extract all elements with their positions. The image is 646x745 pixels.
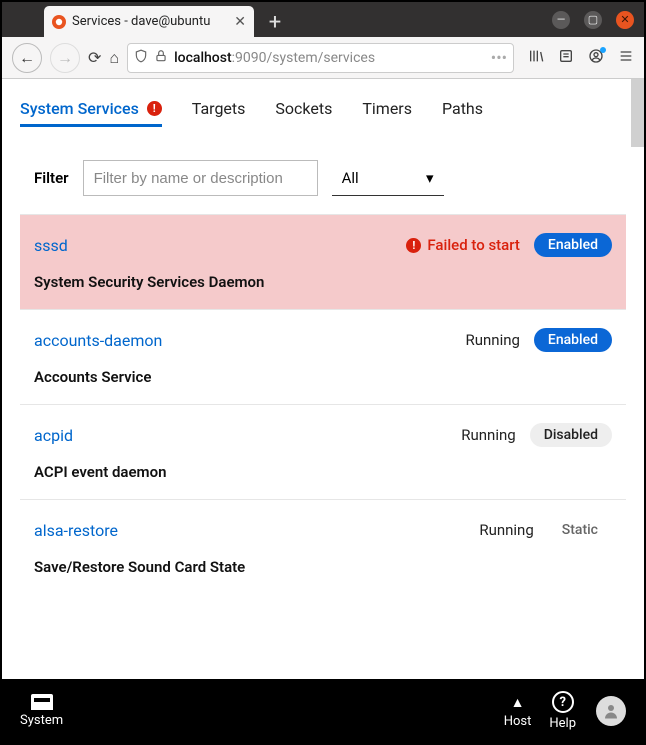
service-description: Accounts Service bbox=[34, 368, 612, 386]
help-icon: ? bbox=[552, 691, 574, 713]
dock-help-label: Help bbox=[549, 716, 576, 731]
dock-host[interactable]: ▲ Host bbox=[504, 694, 532, 729]
service-name-link[interactable]: alsa-restore bbox=[34, 521, 465, 540]
window-controls: ― ▢ ✕ bbox=[552, 2, 644, 37]
service-row[interactable]: sssd !Failed to start Enabled System Securi… bbox=[20, 214, 626, 309]
window-maximize-button[interactable]: ▢ bbox=[584, 11, 602, 29]
filter-input[interactable] bbox=[83, 160, 318, 196]
page-content: System Services ! Targets Sockets Timers… bbox=[2, 79, 644, 679]
shield-icon bbox=[134, 48, 148, 67]
menu-icon[interactable] bbox=[618, 48, 634, 68]
service-row[interactable]: acpid Running Disabled ACPI event daemon bbox=[20, 404, 626, 499]
new-tab-button[interactable]: + bbox=[260, 7, 290, 37]
lock-icon bbox=[154, 48, 168, 67]
reader-icon[interactable] bbox=[558, 48, 574, 68]
library-icon[interactable] bbox=[528, 48, 544, 68]
service-state-pill: Enabled bbox=[534, 233, 612, 257]
alert-icon: ! bbox=[147, 101, 162, 116]
services-tabs: System Services ! Targets Sockets Timers… bbox=[2, 79, 644, 126]
service-status: Running bbox=[465, 331, 519, 349]
tab-targets[interactable]: Targets bbox=[192, 99, 246, 118]
service-name-link[interactable]: accounts-daemon bbox=[34, 331, 451, 350]
filter-row: Filter All ▾ bbox=[20, 160, 626, 214]
window-titlebar: Services - dave@ubuntu ✕ + ― ▢ ✕ bbox=[2, 2, 644, 37]
browser-toolbar: ← → ⟳ ⌂ localhost:9090/system/services •… bbox=[2, 37, 644, 79]
service-description: Save/Restore Sound Card State bbox=[34, 558, 612, 576]
service-status: !Failed to start bbox=[406, 236, 520, 254]
service-state-pill: Enabled bbox=[534, 328, 612, 352]
scrollbar[interactable] bbox=[631, 79, 644, 147]
window-close-button[interactable]: ✕ bbox=[616, 11, 634, 29]
service-name-link[interactable]: acpid bbox=[34, 426, 447, 445]
tab-system-services[interactable]: System Services ! bbox=[20, 99, 162, 118]
dock-help[interactable]: ? Help bbox=[549, 691, 576, 731]
service-description: ACPI event daemon bbox=[34, 463, 612, 481]
filter-select[interactable]: All ▾ bbox=[332, 160, 444, 196]
ellipsis-icon[interactable]: ••• bbox=[491, 48, 507, 67]
address-bar[interactable]: localhost:9090/system/services ••• bbox=[127, 43, 514, 73]
tab-timers[interactable]: Timers bbox=[362, 99, 412, 118]
caret-up-icon: ▲ bbox=[511, 694, 525, 711]
service-state-pill: Disabled bbox=[530, 423, 612, 447]
user-avatar[interactable] bbox=[596, 696, 626, 726]
filter-label: Filter bbox=[34, 169, 69, 187]
service-row[interactable]: accounts-daemon Running Enabled Accounts Se… bbox=[20, 309, 626, 404]
service-list: sssd !Failed to start Enabled System Securi… bbox=[20, 214, 626, 594]
home-button[interactable]: ⌂ bbox=[109, 48, 119, 68]
service-description: System Security Services Daemon bbox=[34, 273, 612, 291]
service-status: Running bbox=[479, 521, 533, 539]
bottom-dock: System ▲ Host ? Help bbox=[2, 679, 644, 743]
tab-paths[interactable]: Paths bbox=[442, 99, 483, 118]
service-status: Running bbox=[461, 426, 515, 444]
service-name-link[interactable]: sssd bbox=[34, 236, 392, 255]
service-state-pill: Static bbox=[548, 518, 612, 542]
forward-button[interactable]: → bbox=[50, 43, 80, 73]
url-text: localhost:9090/system/services bbox=[174, 50, 375, 66]
tab-sockets[interactable]: Sockets bbox=[275, 99, 332, 118]
dock-host-label: Host bbox=[504, 714, 532, 729]
chevron-down-icon: ▾ bbox=[426, 169, 434, 187]
service-row[interactable]: alsa-restore Running Static Save/Restore So… bbox=[20, 499, 626, 594]
browser-tab[interactable]: Services - dave@ubuntu ✕ bbox=[44, 6, 254, 37]
reload-button[interactable]: ⟳ bbox=[88, 48, 101, 67]
tab-title: Services - dave@ubuntu bbox=[72, 14, 228, 29]
filter-select-value: All bbox=[342, 169, 359, 187]
dock-system[interactable]: System bbox=[20, 694, 63, 728]
account-icon[interactable] bbox=[588, 48, 604, 68]
tab-close-icon[interactable]: ✕ bbox=[234, 14, 246, 30]
disk-icon bbox=[31, 694, 53, 710]
window-minimize-button[interactable]: ― bbox=[552, 11, 570, 29]
tab-system-services-label: System Services bbox=[20, 99, 139, 118]
error-icon: ! bbox=[406, 238, 421, 253]
dock-system-label: System bbox=[20, 713, 63, 728]
services-card: Filter All ▾ sssd !Failed to start Enabled… bbox=[20, 160, 626, 594]
ubuntu-icon bbox=[52, 15, 66, 29]
back-button[interactable]: ← bbox=[12, 43, 42, 73]
